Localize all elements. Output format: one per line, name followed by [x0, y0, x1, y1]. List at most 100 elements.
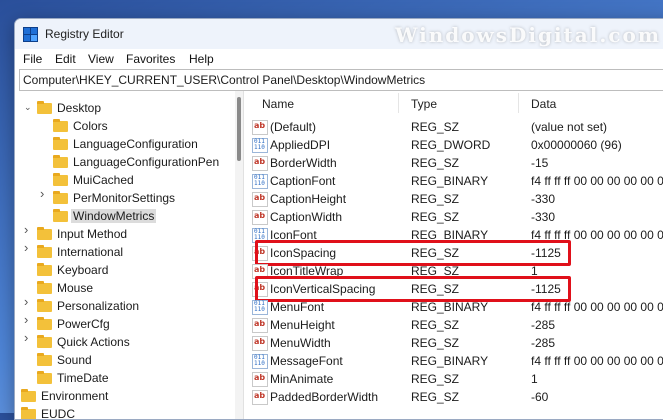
value-row[interactable]: ab CaptionWidth REG_SZ -330 [248, 208, 663, 226]
folder-icon [53, 155, 68, 168]
folder-icon [37, 371, 52, 384]
chevron-right-icon[interactable]: › [24, 313, 32, 326]
value-type: REG_SZ [411, 120, 460, 134]
tree-node-label: Input Method [57, 227, 128, 241]
tree-node[interactable]: › PerMonitorSettings [15, 187, 235, 207]
string-value-icon: ab [252, 120, 268, 135]
folder-icon [37, 263, 52, 276]
tree-node-label: Keyboard [57, 263, 109, 277]
binary-value-icon: 011 110 [252, 300, 268, 315]
chevron-right-icon[interactable]: › [40, 187, 48, 200]
tree-node-label: Quick Actions [57, 335, 130, 349]
value-name: MessageFont [270, 354, 343, 368]
value-name: CaptionHeight [270, 192, 347, 206]
value-row[interactable]: ab MenuWidth REG_SZ -285 [248, 334, 663, 352]
column-header-data[interactable]: Data [531, 97, 556, 111]
value-type: REG_SZ [411, 318, 460, 332]
menu-view[interactable]: View [88, 52, 114, 66]
tree-node-label: International [57, 245, 124, 259]
value-type: REG_BINARY [411, 300, 489, 314]
menu-edit[interactable]: Edit [55, 52, 76, 66]
chevron-right-icon[interactable]: › [24, 241, 32, 254]
chevron-right-icon[interactable]: › [15, 405, 16, 415]
watermark: WindowsDigital.com [394, 23, 661, 47]
value-type: REG_SZ [411, 390, 460, 404]
value-name: PaddedBorderWidth [270, 390, 379, 404]
tree-node[interactable]: › International [15, 241, 235, 261]
string-value-icon: ab [252, 372, 268, 387]
value-row[interactable]: ab MenuHeight REG_SZ -285 [248, 316, 663, 334]
tree-node[interactable]: Colors [15, 117, 235, 135]
address-bar[interactable]: Computer\HKEY_CURRENT_USER\Control Panel… [19, 69, 663, 91]
values-list[interactable]: Name Type Data ab (Default) REG_SZ (value n… [248, 91, 663, 419]
string-value-icon: ab [252, 192, 268, 207]
string-value-icon: ab [252, 156, 268, 171]
tree-node[interactable]: › Personalization [15, 295, 235, 315]
value-name: MenuFont [270, 300, 325, 314]
registry-editor-icon [23, 27, 38, 42]
column-separator[interactable] [398, 93, 399, 113]
value-data: -285 [531, 336, 556, 350]
folder-icon [37, 281, 52, 294]
value-row[interactable]: ab CaptionHeight REG_SZ -330 [248, 190, 663, 208]
value-row[interactable]: ab (Default) REG_SZ (value not set) [248, 118, 663, 136]
value-row[interactable]: 011 110 MessageFont REG_BINARY f4 ff ff ff … [248, 352, 663, 370]
value-name: AppliedDPI [270, 138, 331, 152]
chevron-right-icon[interactable]: › [24, 223, 32, 236]
tree-scroll-thumb[interactable] [237, 97, 241, 161]
value-row[interactable]: ab BorderWidth REG_SZ -15 [248, 154, 663, 172]
chevron-right-icon[interactable]: › [24, 295, 32, 308]
column-separator[interactable] [518, 93, 519, 113]
tree-node-label: PowerCfg [57, 317, 110, 331]
tree-node[interactable]: › Input Method [15, 223, 235, 243]
value-type: REG_BINARY [411, 174, 489, 188]
value-data: -60 [531, 390, 549, 404]
tree-node[interactable]: Environment [15, 387, 235, 405]
tree-scrollbar[interactable] [235, 91, 243, 419]
tree-node[interactable]: Mouse [15, 279, 235, 297]
value-row[interactable]: ab PaddedBorderWidth REG_SZ -60 [248, 388, 663, 406]
chevron-right-icon[interactable]: › [24, 331, 32, 344]
column-header-type[interactable]: Type [411, 97, 437, 111]
value-data: f4 ff ff ff 00 00 00 00 00 00 00 [531, 300, 663, 314]
tree-node-label: Environment [41, 389, 109, 403]
folder-icon [37, 101, 52, 114]
tree-node[interactable]: › Quick Actions [15, 331, 235, 351]
folder-icon [53, 173, 68, 186]
menu-file[interactable]: File [23, 52, 42, 66]
value-row[interactable]: 011 110 AppliedDPI REG_DWORD 0x00000060 (96… [248, 136, 663, 154]
value-row[interactable]: 011 110 MenuFont REG_BINARY f4 ff ff ff 00 … [248, 298, 663, 316]
tree-node[interactable]: LanguageConfiguration [15, 135, 235, 153]
value-row[interactable]: 011 110 CaptionFont REG_BINARY f4 ff ff ff … [248, 172, 663, 190]
value-data: f4 ff ff ff 00 00 00 00 00 00 00 [531, 174, 663, 188]
string-value-icon: ab [252, 210, 268, 225]
tree-node[interactable]: MuiCached [15, 171, 235, 189]
folder-icon [53, 191, 68, 204]
value-row[interactable]: ab MinAnimate REG_SZ 1 [248, 370, 663, 388]
tree-node[interactable]: ⌄ Desktop [15, 99, 235, 117]
tree-node[interactable]: › PowerCfg [15, 313, 235, 333]
folder-icon [37, 353, 52, 366]
menu-favorites[interactable]: Favorites [126, 52, 175, 66]
value-data: -330 [531, 210, 556, 224]
string-value-icon: ab [252, 390, 268, 405]
key-tree[interactable]: ⌄ Desktop Colors LanguageConfiguration Langu… [15, 91, 235, 419]
tree-node[interactable]: WindowMetrics [15, 207, 235, 225]
menu-help[interactable]: Help [189, 52, 214, 66]
tree-node-label: MuiCached [73, 173, 134, 187]
chevron-down-icon[interactable]: ⌄ [24, 102, 32, 112]
value-name: MenuHeight [270, 318, 335, 332]
folder-icon [53, 209, 68, 222]
value-name: CaptionWidth [270, 210, 343, 224]
tree-node-label: Personalization [57, 299, 140, 313]
tree-node-label: PerMonitorSettings [73, 191, 176, 205]
column-header-name[interactable]: Name [262, 97, 294, 111]
value-name: MenuWidth [270, 336, 331, 350]
tree-node[interactable]: Keyboard [15, 261, 235, 279]
tree-node[interactable]: TimeDate [15, 369, 235, 387]
title-bar[interactable]: Registry Editor WindowsDigital.com [15, 19, 663, 49]
tree-node[interactable]: LanguageConfigurationPen [15, 153, 235, 171]
folder-icon [37, 227, 52, 240]
value-type: REG_SZ [411, 210, 460, 224]
tree-node[interactable]: Sound [15, 351, 235, 369]
